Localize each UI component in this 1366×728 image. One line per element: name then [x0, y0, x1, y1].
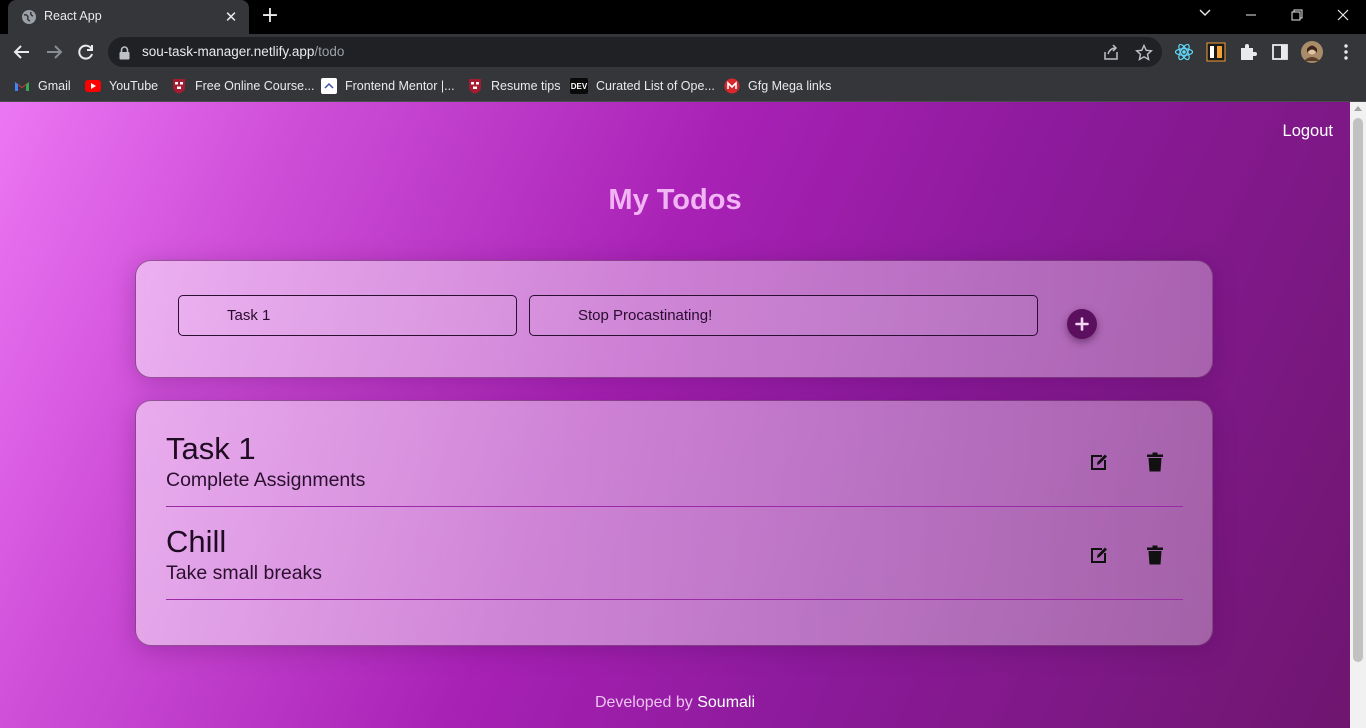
- scrollbar-thumb[interactable]: [1353, 118, 1363, 662]
- url-text: sou-task-manager.netlify.app/todo: [142, 44, 345, 59]
- todo-description: Complete Assignments: [166, 469, 366, 491]
- todo-item: Task 1 Complete Assignments: [166, 431, 1183, 507]
- edit-icon[interactable]: [1090, 453, 1108, 471]
- minimize-button[interactable]: [1228, 0, 1274, 32]
- kebab-menu-icon[interactable]: [1336, 42, 1356, 62]
- lock-icon[interactable]: [119, 45, 130, 64]
- react-devtools-icon[interactable]: [1174, 42, 1194, 62]
- trash-icon[interactable]: [1146, 545, 1164, 565]
- close-tab-icon[interactable]: ✕: [222, 8, 240, 26]
- side-panel-icon[interactable]: [1270, 42, 1290, 62]
- plus-icon: [1075, 316, 1089, 335]
- back-button[interactable]: [8, 38, 36, 66]
- harvard-icon: [467, 78, 483, 94]
- add-todo-card: Task 1 Stop Procastinating!: [135, 260, 1213, 378]
- bookmark-frontend-mentor[interactable]: Frontend Mentor |...: [321, 76, 455, 96]
- footer: Developed by Soumali: [0, 694, 1350, 712]
- todo-title: Task 1: [166, 431, 256, 466]
- footer-prefix: Developed by: [594, 694, 693, 711]
- restore-button[interactable]: [1274, 0, 1320, 32]
- profile-avatar[interactable]: [1300, 40, 1324, 64]
- share-icon[interactable]: [1102, 44, 1120, 62]
- reload-button[interactable]: [72, 38, 100, 66]
- globe-icon: [21, 9, 37, 25]
- bookmark-resume-tips[interactable]: Resume tips: [467, 76, 560, 96]
- mega-icon: [724, 78, 740, 94]
- address-bar[interactable]: sou-task-manager.netlify.app/todo: [108, 37, 1162, 67]
- scroll-up-arrow-icon[interactable]: [1354, 106, 1362, 111]
- forward-button[interactable]: [40, 38, 68, 66]
- add-todo-button[interactable]: [1067, 309, 1097, 339]
- bookmark-curated-list[interactable]: DEV Curated List of Ope...: [570, 76, 715, 96]
- dev-icon: DEV: [570, 78, 588, 94]
- frontend-mentor-icon: [321, 78, 337, 94]
- todo-description-input[interactable]: Stop Procastinating!: [529, 295, 1038, 336]
- footer-author: Soumali: [697, 694, 756, 711]
- gmail-icon: [14, 78, 30, 94]
- trash-icon[interactable]: [1146, 452, 1164, 472]
- vertical-scrollbar[interactable]: [1350, 102, 1366, 728]
- tab-react-app[interactable]: React App ✕: [8, 0, 249, 34]
- page-viewport: Logout My Todos Task 1 Stop Procastinati…: [0, 102, 1350, 728]
- bookmarks-bar: Gmail YouTube Free Online Course... Fron…: [0, 70, 1366, 102]
- close-window-button[interactable]: [1320, 0, 1366, 32]
- page-title: My Todos: [608, 184, 742, 216]
- tab-title: React App: [44, 9, 102, 23]
- todo-item: Chill Take small breaks: [166, 524, 1183, 600]
- youtube-icon: [85, 78, 101, 94]
- bookmark-gmail[interactable]: Gmail: [14, 76, 71, 96]
- tab-search-button[interactable]: [1182, 0, 1228, 32]
- new-tab-button[interactable]: +: [258, 5, 282, 29]
- todo-description: Take small breaks: [166, 562, 323, 584]
- todo-title: Chill: [166, 524, 227, 559]
- bookmark-gfg-mega-links[interactable]: Gfg Mega links: [724, 76, 831, 96]
- browser-toolbar: sou-task-manager.netlify.app/todo: [0, 34, 1366, 70]
- lighthouse-icon[interactable]: [1206, 42, 1226, 62]
- edit-icon[interactable]: [1090, 546, 1108, 564]
- tab-strip: React App ✕ +: [0, 0, 1366, 34]
- extensions-puzzle-icon[interactable]: [1238, 42, 1258, 62]
- bookmark-free-online-courses[interactable]: Free Online Course...: [171, 76, 315, 96]
- todo-list-card: Task 1 Complete Assignments Chill Take s…: [135, 400, 1213, 646]
- logout-link[interactable]: Logout: [1283, 122, 1333, 141]
- harvard-icon: [171, 78, 187, 94]
- bookmark-youtube[interactable]: YouTube: [85, 76, 158, 96]
- todo-title-input[interactable]: Task 1: [178, 295, 517, 336]
- bookmark-star-icon[interactable]: [1134, 43, 1154, 62]
